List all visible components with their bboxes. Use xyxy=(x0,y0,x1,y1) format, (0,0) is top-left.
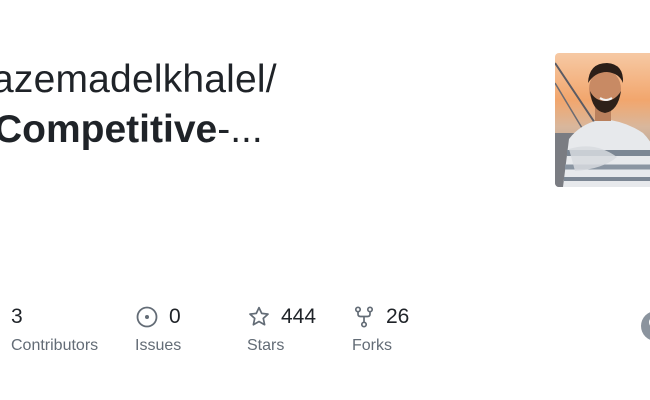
stars-count: 444 xyxy=(281,305,317,328)
repo-owner[interactable]: azemadelkhalel/ xyxy=(0,58,277,102)
stat-issues[interactable]: 0 Issues xyxy=(135,303,181,359)
stat-forks[interactable]: 26 Forks xyxy=(352,303,409,359)
forks-count: 26 xyxy=(386,305,410,328)
contributors-count: 3 xyxy=(11,305,23,328)
owner-avatar[interactable] xyxy=(555,53,650,187)
issues-label: Issues xyxy=(135,337,182,354)
fork-icon xyxy=(352,305,376,329)
stat-contributors[interactable]: 3 Contributors xyxy=(11,303,98,359)
repo-name-ellipsis: -... xyxy=(217,108,263,151)
repo-name[interactable]: Competitive xyxy=(0,108,217,151)
github-logo-icon xyxy=(640,310,650,342)
forks-label: Forks xyxy=(352,337,392,354)
repo-title[interactable]: Competitive-... xyxy=(0,108,263,152)
contributors-label: Contributors xyxy=(11,337,99,354)
repo-social-card: azemadelkhalel/ Competitive-... 3 Contri… xyxy=(0,0,650,400)
stat-stars[interactable]: 444 Stars xyxy=(247,303,316,359)
stars-label: Stars xyxy=(247,337,285,354)
issue-circle-icon xyxy=(135,305,159,329)
star-icon xyxy=(247,305,271,329)
issues-count: 0 xyxy=(169,305,181,328)
